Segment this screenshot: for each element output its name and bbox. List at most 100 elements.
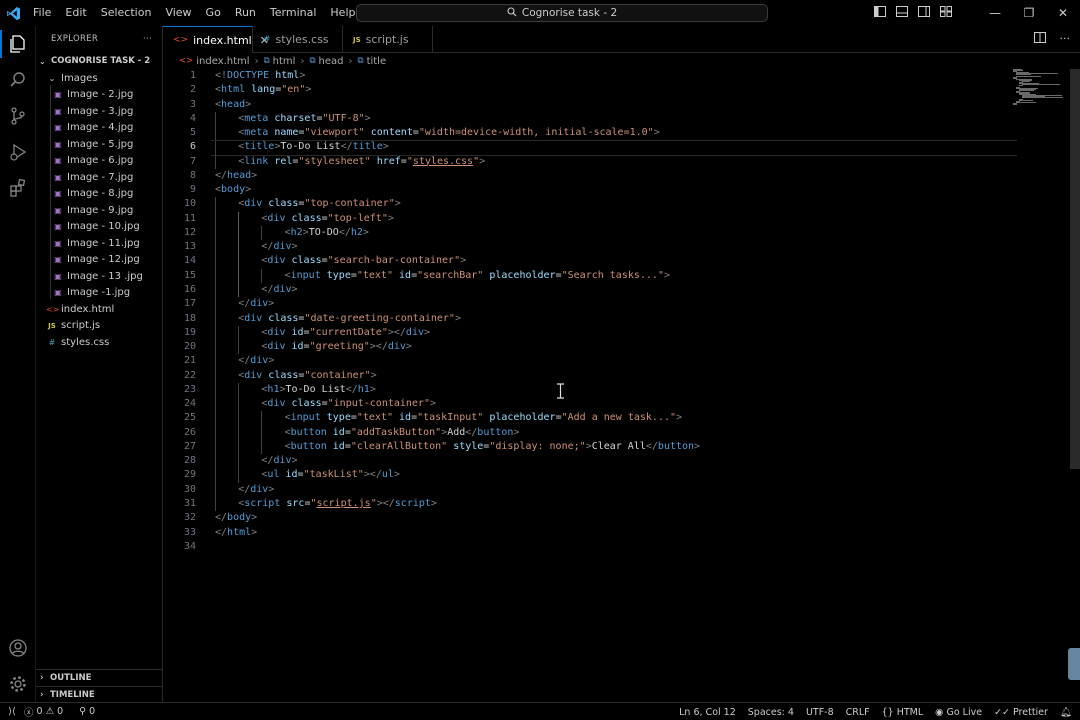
file-item[interactable]: ▣ Image - 7.jpg [36, 169, 162, 186]
language-mode[interactable]: {} HTML [882, 707, 924, 718]
menu-item-file[interactable]: File [26, 0, 58, 26]
breadcrumb-item[interactable]: html [273, 56, 296, 67]
file-item[interactable]: ▣ Image - 10.jpg [36, 219, 162, 236]
encoding[interactable]: UTF-8 [806, 707, 834, 718]
code-line[interactable]: 30 </div> [163, 482, 1013, 497]
root-folder[interactable]: ⌄ COGNORISE TASK - 2 [36, 52, 162, 70]
remote-indicator-icon[interactable]: ⟩⟨ [0, 706, 24, 717]
menu-item-go[interactable]: Go [199, 0, 228, 26]
code-line[interactable]: 10 <div class="top-container"> [163, 197, 1013, 212]
toggle-primary-sidebar-icon[interactable] [874, 6, 886, 20]
code-line[interactable]: 19 <div id="currentDate"></div> [163, 325, 1013, 341]
code-line[interactable]: 26 <button id="addTaskButton">Add</button… [163, 425, 1013, 440]
run-debug-icon[interactable] [0, 134, 36, 170]
code-line[interactable]: 28 </div> [163, 454, 1013, 469]
code-line[interactable]: 25 <input type="text" id="taskInput" plac… [163, 411, 1013, 426]
code-line[interactable]: 29 <ul id="taskList"></ul> [163, 468, 1013, 483]
code-line[interactable]: 8 </head> [163, 169, 1013, 183]
code-line[interactable]: 14 <div class="search-bar-container"> [163, 254, 1013, 269]
file-item[interactable]: ▣ Image - 5.jpg [36, 136, 162, 153]
breadcrumb-item[interactable]: head [319, 56, 344, 67]
notifications-bell-icon[interactable]: 🔔︎ [1060, 707, 1072, 718]
code-line[interactable]: 3 <head> [163, 98, 1013, 112]
minimize-icon[interactable]: — [978, 0, 1012, 26]
code-line[interactable]: 4 <meta charset="UTF-8"> [163, 111, 1013, 127]
code-line[interactable]: 11 <div class="top-left"> [163, 211, 1013, 226]
command-center-search[interactable]: Cognorise task - 2 [356, 4, 768, 22]
toggle-secondary-sidebar-icon[interactable] [918, 6, 930, 20]
code-line[interactable]: 16 </div> [163, 282, 1013, 298]
problems-indicator[interactable]: ⓧ 0 ⚠ 0 [24, 705, 63, 719]
search-icon[interactable] [0, 62, 36, 98]
folder-images[interactable]: ⌄ Images [36, 70, 162, 87]
code-line[interactable]: 31 <script src="script.js"></script> [163, 496, 1013, 512]
code-line[interactable]: 6 <title>To-Do List</title> [163, 140, 1017, 157]
accounts-icon[interactable] [0, 630, 36, 666]
file-item[interactable]: <> index.html [36, 301, 162, 318]
code-line[interactable]: 18 <div class="date-greeting-container"> [163, 311, 1013, 326]
file-item[interactable]: ▣ Image - 2.jpg [36, 87, 162, 104]
outline-section[interactable]: › OUTLINE [36, 669, 163, 686]
customize-layout-icon[interactable] [940, 6, 952, 20]
file-item[interactable]: ▣ Image -1.jpg [36, 285, 162, 302]
split-editor-icon[interactable] [1033, 32, 1046, 46]
file-item[interactable]: ▣ Image - 11.jpg [36, 235, 162, 252]
code-line[interactable]: 12 <h2>TO-DO</h2> [163, 225, 1013, 241]
code-line[interactable]: 9 <body> [163, 183, 1013, 197]
more-actions-icon[interactable]: ··· [1060, 32, 1071, 46]
explorer-more-icon[interactable]: ··· [143, 34, 152, 44]
minimap[interactable] [1013, 69, 1068, 109]
file-item[interactable]: ▣ Image - 8.jpg [36, 186, 162, 203]
file-item[interactable]: ▣ Image - 9.jpg [36, 202, 162, 219]
code-line[interactable]: 27 <button id="clearAllButton" style="dis… [163, 439, 1013, 455]
scroll-thumb[interactable] [1070, 69, 1080, 469]
go-live-button[interactable]: ◉ Go Live [935, 707, 982, 718]
timeline-section[interactable]: › TIMELINE [36, 686, 163, 703]
live-share-badge[interactable] [1068, 648, 1080, 680]
code-line[interactable]: 5 <meta name="viewport" content="width=de… [163, 126, 1013, 141]
code-line[interactable]: 13 </div> [163, 240, 1013, 255]
ports-indicator[interactable]: ⚲ 0 [79, 706, 95, 717]
indentation[interactable]: Spaces: 4 [748, 707, 794, 718]
code-line[interactable]: 32 </body> [163, 511, 1013, 525]
extensions-icon[interactable] [0, 170, 36, 206]
code-editor[interactable]: 1 <!DOCTYPE html> 2 <html lang="en"> 3 <head>… [163, 69, 1017, 702]
code-line[interactable]: 2 <html lang="en"> [163, 83, 1013, 97]
code-line[interactable]: 21 </div> [163, 354, 1013, 369]
file-item[interactable]: ▣ Image - 12.jpg [36, 252, 162, 269]
toggle-panel-icon[interactable] [896, 6, 908, 20]
tab-html[interactable]: <> index.html ✕ [163, 26, 269, 53]
menu-item-run[interactable]: Run [228, 0, 263, 26]
code-line[interactable]: 34 [163, 540, 1013, 554]
code-line[interactable]: 23 <h1>To-Do List</h1> [163, 382, 1013, 398]
code-line[interactable]: 33 </html> [163, 526, 1013, 540]
tab-css[interactable]: # styles.css [253, 26, 343, 53]
file-item[interactable]: ▣ Image - 13 .jpg [36, 268, 162, 285]
code-line[interactable]: 1 <!DOCTYPE html> [163, 69, 1013, 83]
cursor-position[interactable]: Ln 6, Col 12 [679, 707, 736, 718]
prettier-button[interactable]: ✓✓ Prettier [994, 707, 1048, 718]
code-line[interactable]: 24 <div class="input-container"> [163, 397, 1013, 412]
file-item[interactable]: ▣ Image - 3.jpg [36, 103, 162, 120]
restore-icon[interactable]: ❐ [1012, 0, 1046, 26]
manage-gear-icon[interactable] [0, 666, 36, 702]
file-item[interactable]: ▣ Image - 6.jpg [36, 153, 162, 170]
code-line[interactable]: 20 <div id="greeting"></div> [163, 340, 1013, 355]
menu-item-edit[interactable]: Edit [58, 0, 93, 26]
file-item[interactable]: # styles.css [36, 334, 162, 351]
breadcrumb-item[interactable]: index.html [196, 56, 249, 67]
close-window-icon[interactable]: ✕ [1046, 0, 1080, 26]
line-ending[interactable]: CRLF [846, 707, 870, 718]
code-line[interactable]: 17 </div> [163, 297, 1013, 312]
menu-item-view[interactable]: View [158, 0, 198, 26]
menu-item-terminal[interactable]: Terminal [263, 0, 324, 26]
source-control-icon[interactable] [0, 98, 36, 134]
explorer-icon[interactable] [0, 26, 36, 62]
code-line[interactable]: 7 <link rel="stylesheet" href="styles.css… [163, 154, 1013, 169]
breadcrumb-item[interactable]: title [367, 56, 387, 67]
menu-item-selection[interactable]: Selection [94, 0, 159, 26]
tab-js[interactable]: JS script.js [343, 26, 433, 53]
file-item[interactable]: ▣ Image - 4.jpg [36, 120, 162, 137]
code-line[interactable]: 15 <input type="text" id="searchBar" plac… [163, 268, 1013, 283]
editor-scrollbar[interactable] [1068, 69, 1080, 702]
